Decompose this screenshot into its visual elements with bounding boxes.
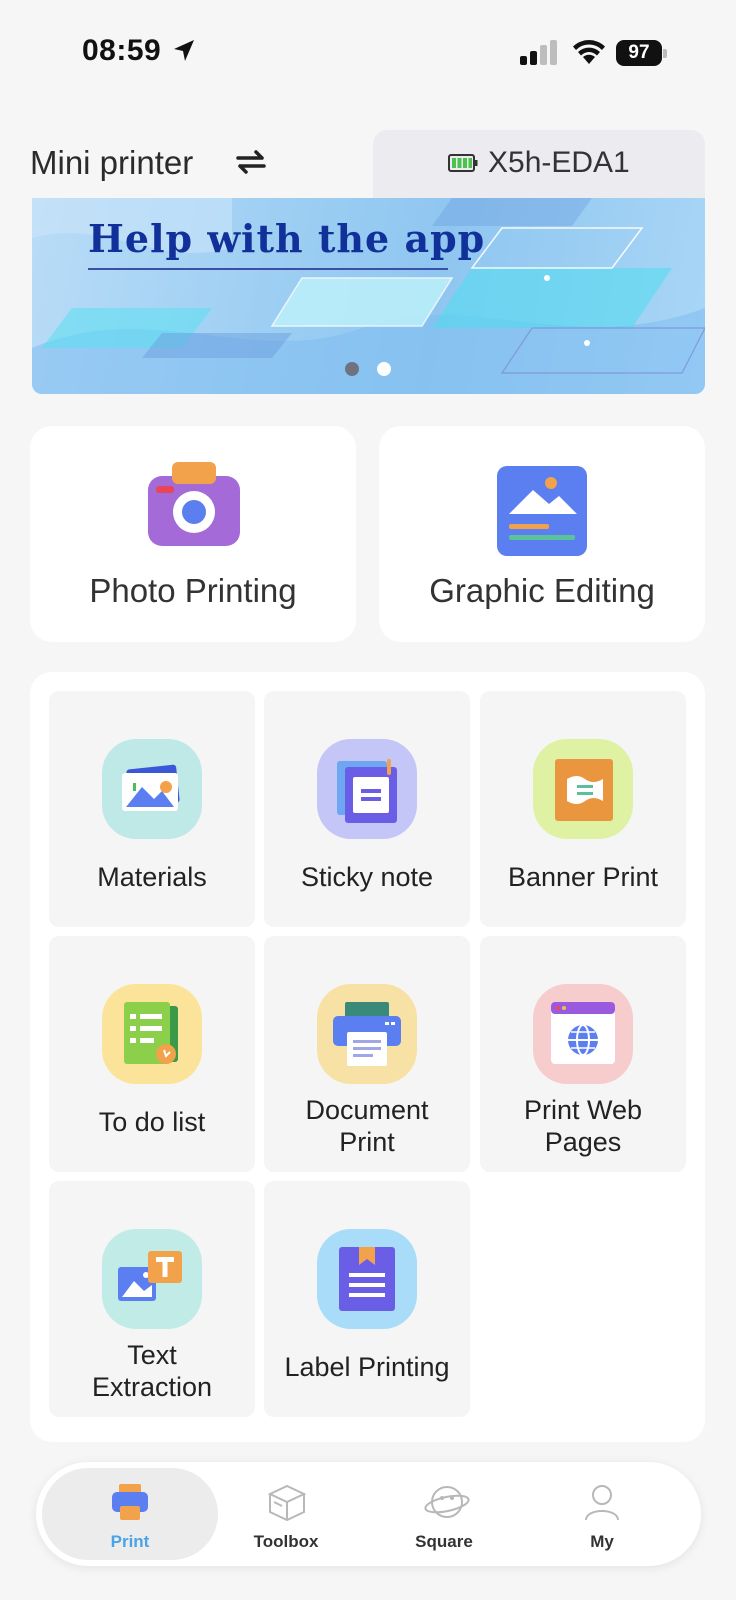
- label-printing-label: Label Printing: [284, 1352, 450, 1382]
- nav-toolbox[interactable]: Toolbox: [198, 1462, 374, 1566]
- todo-icon: [102, 984, 202, 1084]
- text-extraction-label: Text Extraction: [91, 1340, 213, 1402]
- carousel-dot-2[interactable]: [377, 362, 391, 376]
- sticky-note-icon: [317, 739, 417, 839]
- nav-print[interactable]: Print: [42, 1468, 218, 1560]
- document-print-tile[interactable]: Document Print: [264, 936, 470, 1172]
- materials-tile[interactable]: Materials: [49, 691, 255, 927]
- print-web-pages-tile[interactable]: Print Web Pages: [480, 936, 686, 1172]
- web-page-icon: [533, 984, 633, 1084]
- sticky-note-label: Sticky note: [300, 862, 434, 892]
- text-extraction-tile[interactable]: Text Extraction: [49, 1181, 255, 1417]
- toolbox-icon: [267, 1484, 307, 1522]
- printer-icon: [112, 1484, 148, 1520]
- graphic-editing-card[interactable]: Graphic Editing: [379, 426, 705, 642]
- banner-icon: [533, 739, 633, 839]
- label-printing-tile[interactable]: Label Printing: [264, 1181, 470, 1417]
- nav-toolbox-label: Toolbox: [253, 1532, 319, 1551]
- location-arrow-icon: [174, 40, 194, 61]
- materials-label: Materials: [97, 862, 207, 892]
- nav-square[interactable]: Square: [356, 1462, 532, 1566]
- page-title: Mini printer: [30, 144, 194, 181]
- status-bar: 08:59 97: [0, 0, 736, 104]
- planet-icon: [424, 1486, 470, 1518]
- document-print-icon: [317, 984, 417, 1084]
- text-extraction-icon: [102, 1229, 202, 1329]
- battery-status-icon: 97: [616, 40, 667, 66]
- image-edit-icon: [497, 466, 587, 556]
- device-battery-icon: [448, 154, 478, 172]
- status-time: 08:59: [82, 34, 162, 67]
- nav-print-label: Print: [110, 1532, 150, 1551]
- device-name: X5h-EDA1: [488, 146, 630, 179]
- photo-printing-card[interactable]: Photo Printing: [30, 426, 356, 642]
- nav-square-label: Square: [415, 1532, 473, 1551]
- banner-print-tile[interactable]: Banner Print: [480, 691, 686, 927]
- graphic-editing-label: Graphic Editing: [429, 572, 655, 609]
- materials-icon: [102, 739, 202, 839]
- document-print-label: Document Print: [305, 1095, 429, 1157]
- label-icon: [317, 1229, 417, 1329]
- help-banner[interactable]: Help with the app: [32, 198, 705, 394]
- carousel-dot-1[interactable]: [345, 362, 359, 376]
- battery-percent: 97: [628, 42, 650, 63]
- cellular-signal-icon: [520, 40, 557, 65]
- photo-printing-label: Photo Printing: [89, 572, 297, 609]
- banner-underline: [88, 268, 448, 270]
- nav-my[interactable]: My: [514, 1462, 690, 1566]
- person-icon: [585, 1485, 619, 1521]
- sticky-note-tile[interactable]: Sticky note: [264, 691, 470, 927]
- wifi-icon: [573, 40, 605, 64]
- banner-print-label: Banner Print: [507, 862, 659, 892]
- nav-my-label: My: [590, 1532, 614, 1551]
- todo-list-tile[interactable]: To do list: [49, 936, 255, 1172]
- switch-printer-icon[interactable]: [236, 150, 266, 174]
- banner-title: Help with the app: [88, 216, 486, 261]
- camera-icon: [148, 462, 240, 546]
- todo-list-label: To do list: [98, 1107, 206, 1137]
- bottom-nav: Print Toolbox Square My: [36, 1462, 701, 1566]
- connected-device-button[interactable]: X5h-EDA1: [373, 130, 705, 198]
- tools-panel: Materials Sticky note Banner Print To do…: [30, 672, 705, 1442]
- print-web-pages-label: Print Web Pages: [523, 1095, 643, 1157]
